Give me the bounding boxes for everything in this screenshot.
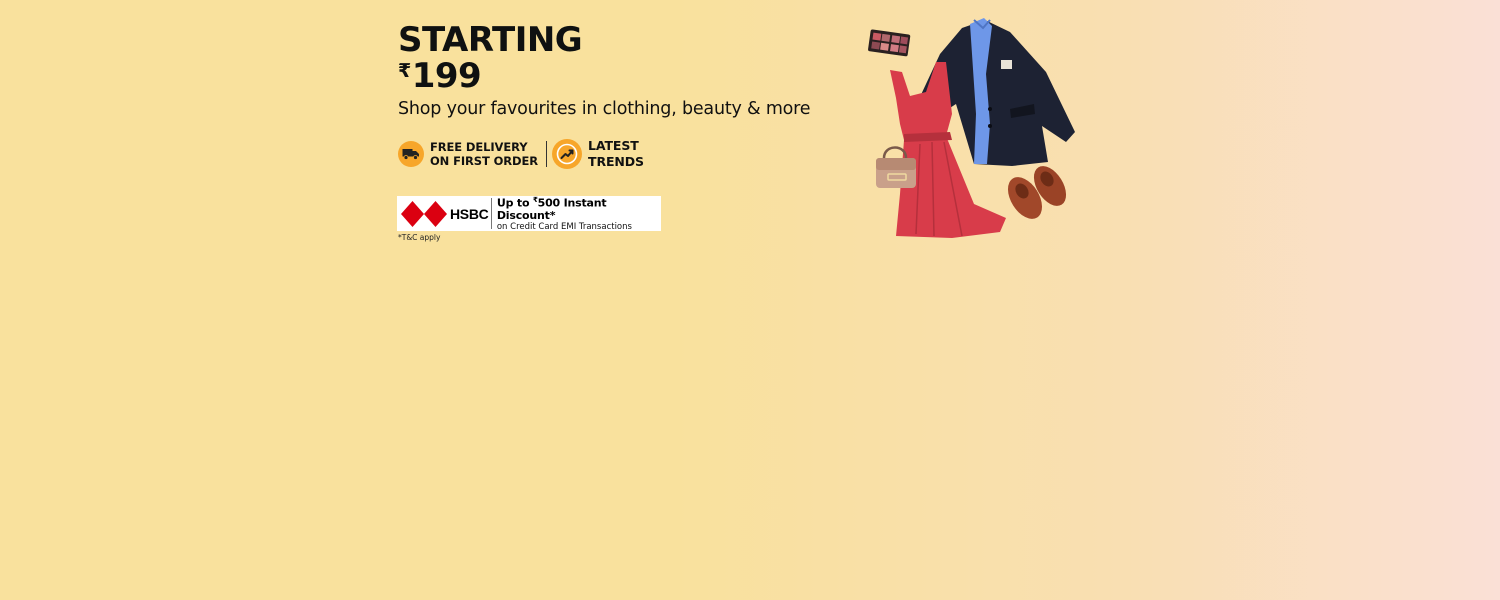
headline: STARTING ₹ 199 — [398, 20, 583, 94]
feature-trends-line1: LATEST — [588, 138, 639, 153]
trending-up-icon — [552, 138, 583, 169]
banner-subtitle: Shop your favourites in clothing, beauty… — [398, 99, 811, 119]
bank-offer-badge: HSBC Up to ₹500 Instant Discount* on Cre… — [397, 195, 661, 233]
feature-divider — [546, 140, 548, 167]
hsbc-wordmark: HSBC — [450, 205, 489, 222]
feature-list: FREE DELIVERY ON FIRST ORDER LATEST TREN… — [398, 138, 644, 169]
hsbc-logo: HSBC — [397, 196, 491, 231]
loafers-image — [1007, 166, 1067, 219]
hsbc-hexagon-icon — [401, 200, 447, 227]
feature-delivery-line1: FREE DELIVERY — [430, 139, 528, 154]
delivery-truck-icon — [398, 140, 424, 167]
price-value: 199 — [411, 56, 482, 96]
fashion-products-image — [868, 18, 1075, 238]
offer-headline: Up to ₹500 Instant Discount* — [496, 195, 607, 223]
headline-price: ₹ 199 — [398, 58, 582, 94]
feature-free-delivery: FREE DELIVERY ON FIRST ORDER — [398, 140, 538, 168]
headline-starting: STARTING — [398, 20, 583, 60]
eyeshadow-palette-image — [868, 29, 911, 57]
feature-latest-trends: LATEST TRENDS — [552, 138, 644, 169]
feature-trends-line2: TRENDS — [588, 153, 644, 169]
promo-banner[interactable]: STARTING ₹ 199 Shop your favourites in c… — [0, 0, 1500, 600]
rupee-symbol: ₹ — [398, 60, 411, 82]
offer-subtext: on Credit Card EMI Transactions — [496, 222, 632, 233]
feature-delivery-line2: ON FIRST ORDER — [430, 153, 539, 168]
terms-note: *T&C apply — [398, 233, 441, 242]
